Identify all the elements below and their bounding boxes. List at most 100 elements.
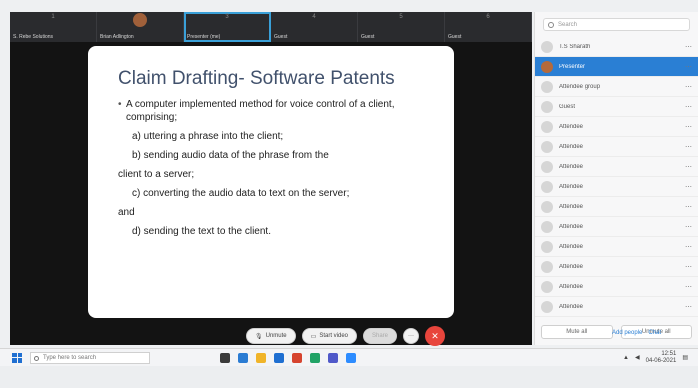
task-view-icon[interactable]: [220, 352, 230, 363]
participant-list: T.S Sharath ⋯ Presenter ⋯ Attendee group ⋯ Gue…: [535, 37, 698, 317]
mute-all-button[interactable]: Mute all: [541, 325, 613, 339]
end-call-button[interactable]: ✕: [425, 326, 446, 346]
mic-muted-icon[interactable]: ⋯: [685, 203, 692, 211]
claim-step: and: [118, 207, 135, 218]
participant-row[interactable]: T.S Sharath ⋯: [535, 37, 698, 57]
participant-row[interactable]: Attendee ⋯: [535, 177, 698, 197]
participant-search-input[interactable]: Search: [543, 18, 690, 31]
participant-name: Guest: [559, 103, 576, 110]
participant-row[interactable]: Attendee ⋯: [535, 297, 698, 317]
meeting-controls: 🎙 Unmute ▭ Start video Share ··· ✕: [246, 326, 446, 346]
participant-name: Attendee: [559, 203, 584, 210]
search-icon: [548, 22, 554, 28]
mic-muted-icon[interactable]: ⋯: [685, 243, 692, 251]
participant-tile[interactable]: 5 Guest: [358, 12, 445, 42]
claim-step: b) sending audio data of the phrase from…: [132, 150, 329, 161]
claim-step: client to a server;: [118, 169, 195, 180]
participant-name: Attendee: [559, 183, 584, 190]
chat-link[interactable]: Chat: [648, 330, 661, 336]
participant-name: Attendee: [559, 123, 584, 130]
avatar: [133, 13, 147, 27]
participant-row[interactable]: Attendee ⋯: [535, 257, 698, 277]
participant-tile[interactable]: Brian Adlington: [97, 12, 184, 42]
participant-name: Attendee: [559, 303, 584, 310]
avatar: [541, 60, 553, 73]
participant-tile[interactable]: 6 Guest: [445, 12, 532, 42]
mic-muted-icon[interactable]: ⋯: [685, 283, 692, 291]
participant-row[interactable]: Presenter ⋯: [535, 57, 698, 77]
mic-muted-icon[interactable]: ⋯: [685, 163, 692, 171]
video-button[interactable]: ▭ Start video: [301, 328, 357, 344]
volume-icon[interactable]: ◀: [635, 354, 640, 361]
participant-row[interactable]: Attendee ⋯: [535, 117, 698, 137]
avatar: [541, 280, 553, 293]
tile-name: Presenter (me): [187, 34, 221, 40]
avatar: [541, 140, 553, 153]
participant-strip: 1 S. Rebe Solutions Brian Adlington 3 Presen…: [10, 12, 532, 42]
mic-muted-icon[interactable]: ⋯: [685, 63, 692, 71]
more-button[interactable]: ···: [403, 328, 420, 344]
mic-muted-icon[interactable]: ⋯: [685, 183, 692, 191]
store-icon[interactable]: [274, 352, 284, 363]
participant-tile[interactable]: 1 S. Rebe Solutions: [10, 12, 97, 42]
tile-name: S. Rebe Solutions: [13, 34, 54, 40]
mic-muted-icon[interactable]: ⋯: [685, 43, 692, 51]
mic-muted-icon[interactable]: ⋯: [685, 303, 692, 311]
mic-muted-icon[interactable]: ⋯: [685, 83, 692, 91]
mic-muted-icon[interactable]: ⋯: [685, 143, 692, 151]
participant-row[interactable]: Guest ⋯: [535, 97, 698, 117]
participant-row[interactable]: Attendee ⋯: [535, 137, 698, 157]
participant-row[interactable]: Attendee ⋯: [535, 277, 698, 297]
tile-number: 3: [225, 14, 229, 20]
folder-icon[interactable]: [256, 352, 266, 363]
windows-start-icon[interactable]: [12, 352, 22, 363]
participant-row[interactable]: Attendee ⋯: [535, 197, 698, 217]
claim-step: d) sending the text to the client.: [132, 226, 271, 237]
participant-row[interactable]: Attendee ⋯: [535, 237, 698, 257]
network-icon[interactable]: ▲: [623, 355, 629, 361]
slide-bullet: • A computer implemented method for voic…: [118, 98, 432, 124]
clock[interactable]: 12:51 04-06-2021: [646, 351, 677, 365]
participants-panel: Search T.S Sharath ⋯ Presenter ⋯ Attendee gr…: [534, 12, 698, 345]
participant-name: Attendee: [559, 283, 584, 290]
bottom-margin: [0, 366, 698, 388]
participant-tile[interactable]: 4 Guest: [271, 12, 358, 42]
avatar: [541, 160, 553, 173]
mic-muted-icon[interactable]: ⋯: [685, 123, 692, 131]
participant-row[interactable]: Attendee ⋯: [535, 217, 698, 237]
close-icon: ✕: [431, 330, 439, 341]
teams-icon[interactable]: [328, 352, 338, 363]
participant-name: Attendee: [559, 243, 584, 250]
tile-number: 6: [486, 14, 490, 20]
mic-muted-icon[interactable]: ⋯: [685, 103, 692, 111]
edge-icon[interactable]: [238, 352, 248, 363]
mute-button[interactable]: 🎙 Unmute: [246, 328, 296, 344]
participant-row[interactable]: Attendee ⋯: [535, 157, 698, 177]
mic-icon: 🎙: [255, 333, 263, 340]
share-button[interactable]: Share: [363, 328, 398, 344]
zoom-icon[interactable]: [346, 352, 356, 363]
avatar: [541, 220, 553, 233]
avatar: [541, 240, 553, 253]
tile-name: Guest: [274, 34, 288, 40]
participant-tile[interactable]: 3 Presenter (me): [184, 12, 271, 42]
notification-icon[interactable]: ▤: [682, 354, 688, 361]
tile-number: 1: [51, 14, 55, 20]
avatar: [541, 180, 553, 193]
participant-name: Attendee: [559, 263, 584, 270]
participant-name: T.S Sharath: [559, 43, 591, 50]
mic-muted-icon[interactable]: ⋯: [685, 263, 692, 271]
mail-icon[interactable]: [292, 352, 302, 363]
tile-number: 4: [312, 14, 316, 20]
windows-taskbar: Type here to search ▲ ◀ 12:51 04-06-2021…: [0, 348, 698, 366]
system-tray: ▲ ◀ 12:51 04-06-2021 ▤: [623, 351, 688, 365]
avatar: [541, 260, 553, 273]
participant-row[interactable]: Attendee group ⋯: [535, 77, 698, 97]
avatar: [541, 100, 553, 113]
mic-muted-icon[interactable]: ⋯: [685, 223, 692, 231]
camera-icon: ▭: [310, 333, 317, 340]
add-people-link[interactable]: Add people: [612, 330, 642, 336]
chrome-icon[interactable]: [310, 352, 320, 363]
taskbar-search-input[interactable]: Type here to search: [30, 351, 150, 364]
avatar: [541, 200, 553, 213]
